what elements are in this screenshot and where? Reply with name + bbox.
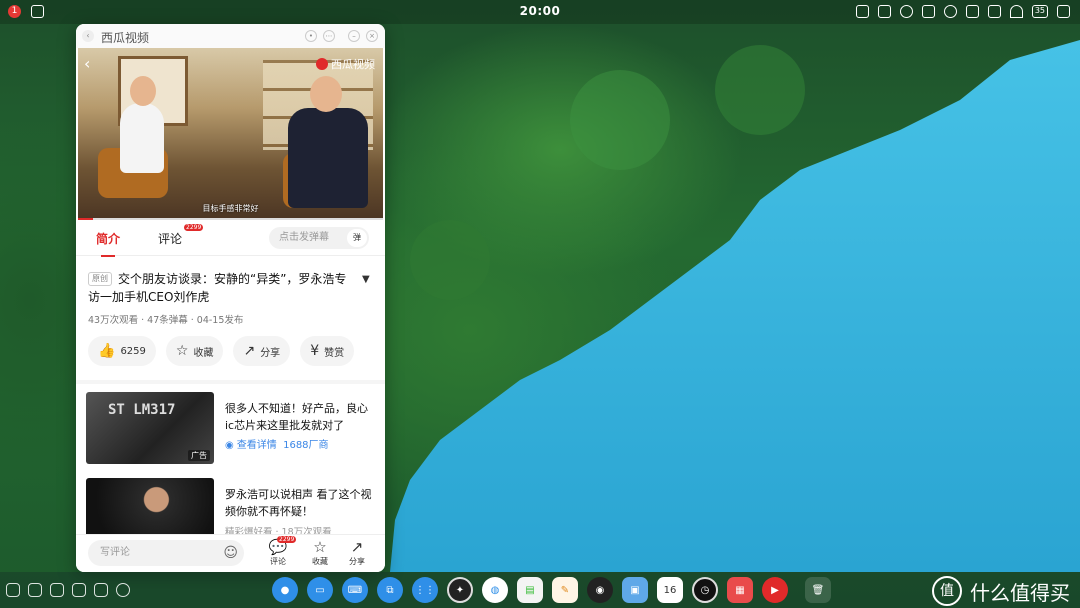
window-titlebar[interactable]: ‹ 西瓜视频 • ⋯ – × [76, 24, 385, 48]
more-icon[interactable]: ⋯ [323, 30, 335, 42]
like-icon: 👍 [98, 343, 116, 359]
tab-intro[interactable]: 简介 [96, 230, 120, 257]
chevron-left-icon[interactable] [116, 583, 130, 597]
dock-app-browser-icon[interactable]: ◍ [482, 577, 508, 603]
original-tag: 原创 [88, 272, 112, 286]
dock-app-compass-icon[interactable]: ✦ [447, 577, 473, 603]
share-icon: ↗ [243, 343, 256, 359]
recommended-video-title[interactable]: 罗永浩可以说相声 看了这个视频你就不再怀疑！ [225, 486, 375, 520]
bottom-action-bar: 写评论 ☺ 💬 2299 评论 ☆ 收藏 ↗ 分享 [76, 534, 385, 572]
content-tabs: 简介 评论 2299 点击发弹幕 弹 [76, 222, 385, 257]
dock-app-keyboard-icon[interactable]: ⌨ [342, 577, 368, 603]
star-icon: ☆ [313, 538, 327, 556]
video-meta: 43万次观看 · 47条弹幕 · 04-15发布 [88, 315, 244, 326]
share-bottom-button[interactable]: ↗ 分享 [342, 539, 372, 567]
watermark-logo-icon: 值 [932, 576, 962, 606]
cast-icon[interactable] [855, 5, 869, 18]
wifi-icon[interactable] [1009, 5, 1023, 18]
emoji-icon[interactable]: ☺ [223, 544, 238, 562]
star-icon: ☆ [175, 343, 189, 359]
dock-trash-icon[interactable]: 🗑 [805, 577, 831, 603]
close-icon[interactable]: × [366, 30, 378, 42]
link-icon[interactable] [877, 5, 891, 18]
danmu-toggle-icon[interactable]: 弹 [347, 229, 367, 247]
dock-app-grid-icon[interactable]: ⋮⋮ [412, 577, 438, 603]
window-title: 西瓜视频 [101, 31, 150, 45]
dock-app-notes-icon[interactable]: ✎ [552, 577, 578, 603]
action-row: 👍 6259 ☆ 收藏 ↗ 分享 ¥ 赞赏 [88, 336, 355, 366]
comments-count-badge: 2299 [184, 224, 204, 231]
ad-tag: 广告 [188, 450, 210, 461]
video-subtitle: 目标手感非常好 [202, 204, 259, 213]
window-back-icon[interactable]: ‹ [82, 30, 94, 42]
eye-icon: ◉ [225, 440, 234, 451]
section-divider [76, 380, 385, 384]
video-person-right [288, 108, 368, 208]
record-icon[interactable] [921, 5, 935, 18]
xigua-logo: 西瓜视频 [316, 56, 375, 72]
dock-app-toolbox-icon[interactable]: ▦ [727, 577, 753, 603]
screen-icon[interactable] [50, 583, 64, 597]
tab-comments[interactable]: 评论 2299 [158, 224, 204, 247]
control-center-icon[interactable] [1057, 5, 1070, 18]
volume-icon[interactable] [987, 5, 1001, 18]
video-player[interactable]: ‹ 西瓜视频 目标手感非常好 [78, 48, 383, 220]
dock-app-camera-icon[interactable]: ◉ [587, 577, 613, 603]
comment-button[interactable]: 💬 2299 评论 [263, 536, 297, 567]
search-icon[interactable] [899, 5, 913, 18]
dock-app-files-icon[interactable]: ▤ [517, 577, 543, 603]
ad-link[interactable]: ◉ 查看详情 1688厂商 [225, 436, 329, 451]
multiwindow-icon[interactable] [28, 583, 42, 597]
dock-app-xigua-icon[interactable]: ▶ [762, 577, 788, 603]
settings-icon[interactable] [6, 583, 20, 597]
battery-indicator[interactable]: 35 [1031, 5, 1048, 18]
expand-icon[interactable] [943, 5, 957, 18]
share-button[interactable]: ↗ 分享 [233, 336, 291, 366]
favorite-bottom-button[interactable]: ☆ 收藏 [305, 539, 335, 567]
dock-app-gallery-icon[interactable]: ▣ [622, 577, 648, 603]
video-head-right [310, 76, 342, 112]
dock-app-home-icon[interactable]: ● [272, 577, 298, 603]
xigua-video-window: ‹ 西瓜视频 • ⋯ – × ‹ 西瓜视频 目标手感非常好 简介 评论 2299… [76, 24, 385, 572]
watermark: 值 什么值得买 [932, 576, 1070, 606]
video-person-left [120, 103, 164, 173]
favorite-button[interactable]: ☆ 收藏 [165, 336, 224, 366]
system-status-bar: 1 20:00 35 [0, 0, 1080, 24]
dock-app-clock-icon[interactable]: ◷ [692, 577, 718, 603]
minimize-icon[interactable]: – [348, 30, 360, 42]
dock-app-link-icon[interactable]: ⧉ [377, 577, 403, 603]
reward-button[interactable]: ¥ 赞赏 [300, 336, 355, 366]
ad-title[interactable]: 很多人不知道！好产品，良心ic芯片来这里批发就对了 [225, 400, 375, 434]
share-icon: ↗ [350, 538, 364, 556]
like-button[interactable]: 👍 6259 [88, 336, 156, 366]
dock-app-window-icon[interactable]: ▭ [307, 577, 333, 603]
comment-count-badge: 2299 [277, 536, 297, 543]
video-head-left [130, 76, 156, 106]
recommended-ad-item[interactable]: ST LM317 广告 很多人不知道！好产品，良心ic芯片来这里批发就对了 ◉ 查… [86, 392, 376, 464]
danmu-input[interactable]: 点击发弹幕 弹 [269, 227, 369, 249]
expand-caret-icon[interactable]: ▼ [362, 274, 370, 285]
video-title: 原创 交个朋友访谈录：安静的“异类”，罗永浩专访一加手机CEO刘作虎 [88, 272, 347, 304]
ad-thumbnail[interactable]: ST LM317 广告 [86, 392, 214, 464]
player-back-icon[interactable]: ‹ [84, 54, 90, 73]
reward-icon: ¥ [310, 343, 320, 359]
cup-icon[interactable] [94, 583, 108, 597]
video-progress-bar[interactable] [78, 218, 383, 220]
keyboard-icon[interactable] [965, 5, 979, 18]
taskbar-dock: ● ▭ ⌨ ⧉ ⋮⋮ ✦ ◍ ▤ ✎ ◉ ▣ 16 ◷ ▦ ▶ 🗑 值 什么值得… [0, 572, 1080, 608]
dock-app-calendar-icon[interactable]: 16 [657, 577, 683, 603]
comment-input[interactable]: 写评论 ☺ [88, 540, 244, 566]
toggle-icon[interactable] [72, 583, 86, 597]
pin-icon[interactable]: • [305, 30, 317, 42]
